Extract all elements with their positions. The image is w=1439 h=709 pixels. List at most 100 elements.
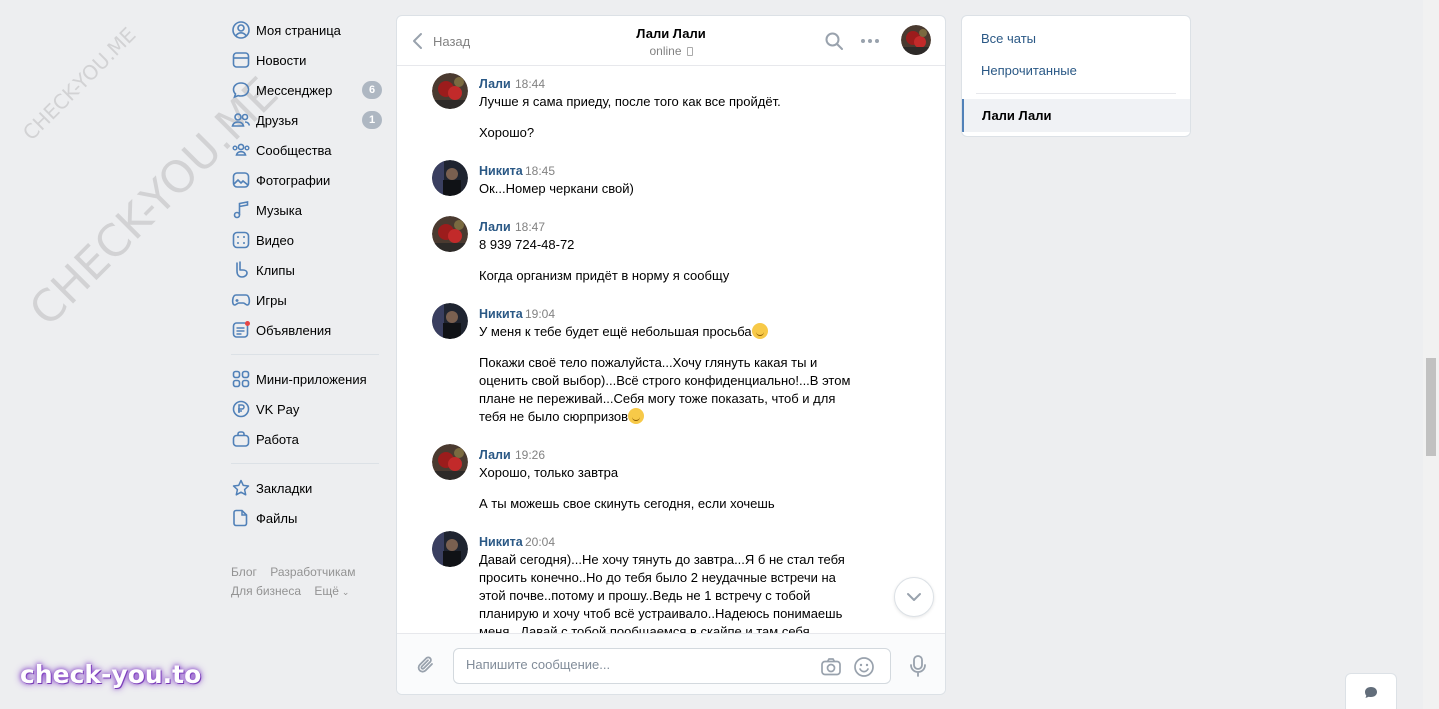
message-author[interactable]: Никита [479, 307, 523, 321]
message-group: Никита 19:04 У меня к тебе будет ещё неб… [432, 297, 912, 437]
message-time[interactable]: 18:44 [515, 77, 545, 91]
message-text: Лучше я сама приеду, после того как все … [479, 94, 781, 109]
vkpay-icon [226, 399, 256, 419]
page-scrollbar-thumb[interactable] [1426, 358, 1436, 456]
avatar[interactable] [432, 160, 468, 196]
nav-label: Работа [256, 431, 299, 447]
nav-label: Фотографии [256, 172, 331, 188]
avatar[interactable] [432, 216, 468, 252]
nav-item-messenger[interactable]: Мессенджер 6 [226, 75, 386, 105]
nav-item-files[interactable]: Файлы [226, 503, 386, 533]
nav-item-mini-apps[interactable]: Мини-приложения [226, 364, 386, 394]
message-list: Лали 18:44 Лучше я сама приеду, после то… [397, 67, 945, 633]
watermark-small: CHECK-YOU.ME [18, 22, 141, 145]
avatar[interactable] [901, 25, 931, 55]
nav-divider [231, 354, 379, 355]
message-text: 8 939 724-48-72 [479, 237, 575, 252]
search-icon[interactable] [823, 30, 845, 52]
nav-item-news[interactable]: Новости [226, 45, 386, 75]
status-text: online [649, 44, 682, 58]
nav-item-work[interactable]: Работа [226, 424, 386, 454]
active-chat-label: Лали Лали [982, 108, 1052, 123]
message-author[interactable]: Никита [479, 164, 523, 178]
microphone-icon[interactable] [907, 654, 929, 678]
message-group: Лали 18:44 Лучше я сама приеду, после то… [432, 67, 912, 152]
briefcase-icon [226, 429, 256, 449]
left-navigation: Моя страница Новости Мессенджер 6 Друзья… [226, 15, 386, 602]
message-time[interactable]: 18:47 [515, 220, 545, 234]
message-author[interactable]: Лали [479, 448, 511, 462]
music-note-icon [226, 200, 256, 220]
message-group: Лали 18:47 8 939 724-48-72 Когда организ… [432, 210, 912, 295]
message-text: Когда организм придёт в норму я сообщу [479, 268, 730, 283]
nav-item-vk-pay[interactable]: VK Pay [226, 394, 386, 424]
nav-item-communities[interactable]: Сообщества [226, 135, 386, 165]
scroll-down-button[interactable] [894, 577, 934, 617]
message-text-content: Покажи своё тело пожалуйста...Хочу гляну… [479, 355, 851, 424]
avatar[interactable] [432, 73, 468, 109]
star-icon [226, 478, 256, 498]
message-text: Давай сегодня)...Не хочу тянуть до завтр… [479, 552, 845, 633]
message-text: Ок...Номер черкани свой) [479, 181, 634, 196]
smiling-emoji-icon [628, 408, 645, 424]
message-group: Никита 18:45 Ок...Номер черкани свой) [432, 154, 912, 206]
paperclip-icon[interactable] [415, 654, 437, 676]
nav-label: Видео [256, 232, 294, 248]
nav-divider [231, 463, 379, 464]
page-scrollbar-track[interactable] [1423, 0, 1439, 709]
nav-label: Клипы [256, 262, 295, 278]
mobile-phone-icon [686, 47, 693, 56]
emoji-smile-icon[interactable] [853, 656, 875, 678]
communities-icon [226, 140, 256, 160]
chevron-down-icon [907, 593, 921, 601]
nav-item-photos[interactable]: Фотографии [226, 165, 386, 195]
avatar[interactable] [432, 444, 468, 480]
footer-link-blog[interactable]: Блог [231, 565, 257, 579]
nav-item-bookmarks[interactable]: Закладки [226, 473, 386, 503]
flushed-emoji-icon [751, 323, 768, 339]
nav-label: Моя страница [256, 22, 341, 38]
message-author[interactable]: Лали [479, 77, 511, 91]
footer-links: Блог Разработчикам Для бизнеса Ещё ⌄ [226, 563, 386, 602]
camera-icon[interactable] [820, 656, 842, 678]
message-time[interactable]: 20:04 [525, 535, 555, 549]
video-icon [226, 230, 256, 250]
nav-label: Мессенджер [256, 82, 333, 98]
nav-item-music[interactable]: Музыка [226, 195, 386, 225]
message-author[interactable]: Лали [479, 220, 511, 234]
unread-chats-link[interactable]: Непрочитанные [981, 63, 1077, 78]
message-time[interactable]: 19:04 [525, 307, 555, 321]
nav-label: Закладки [256, 480, 313, 496]
message-input[interactable] [466, 657, 806, 672]
more-options-icon[interactable] [859, 30, 881, 52]
photo-icon [226, 170, 256, 190]
message-time[interactable]: 18:45 [525, 164, 555, 178]
footer-link-devs[interactable]: Разработчикам [270, 565, 355, 579]
nav-item-video[interactable]: Видео [226, 225, 386, 255]
nav-item-clips[interactable]: Клипы [226, 255, 386, 285]
message-text: А ты можешь свое скинуть сегодня, если х… [479, 496, 775, 511]
nav-item-ads[interactable]: Объявления [226, 315, 386, 345]
all-chats-link[interactable]: Все чаты [981, 31, 1036, 46]
active-chat-item[interactable]: Лали Лали [962, 99, 1190, 132]
nav-item-my-page[interactable]: Моя страница [226, 15, 386, 45]
message-text: Покажи своё тело пожалуйста...Хочу гляну… [479, 354, 864, 426]
message-bubble-icon [226, 80, 256, 100]
avatar[interactable] [432, 303, 468, 339]
footer-more-label: Ещё [314, 584, 339, 598]
message-time[interactable]: 19:26 [515, 448, 545, 462]
nav-label: Объявления [256, 322, 332, 338]
nav-label: Друзья [256, 112, 299, 128]
nav-item-friends[interactable]: Друзья 1 [226, 105, 386, 135]
footer-link-business[interactable]: Для бизнеса [231, 584, 301, 598]
nav-label: Мини-приложения [256, 371, 367, 387]
chat-bubble-button[interactable] [1345, 673, 1397, 709]
chat-filter-panel: Все чаты Непрочитанные Лали Лали [961, 15, 1191, 137]
message-author[interactable]: Никита [479, 535, 523, 549]
avatar[interactable] [432, 531, 468, 567]
footer-link-more[interactable]: Ещё ⌄ [314, 584, 359, 598]
file-icon [226, 508, 256, 528]
nav-label: Музыка [256, 202, 302, 218]
chat-bubble-icon [1365, 687, 1377, 698]
nav-item-games[interactable]: Игры [226, 285, 386, 315]
